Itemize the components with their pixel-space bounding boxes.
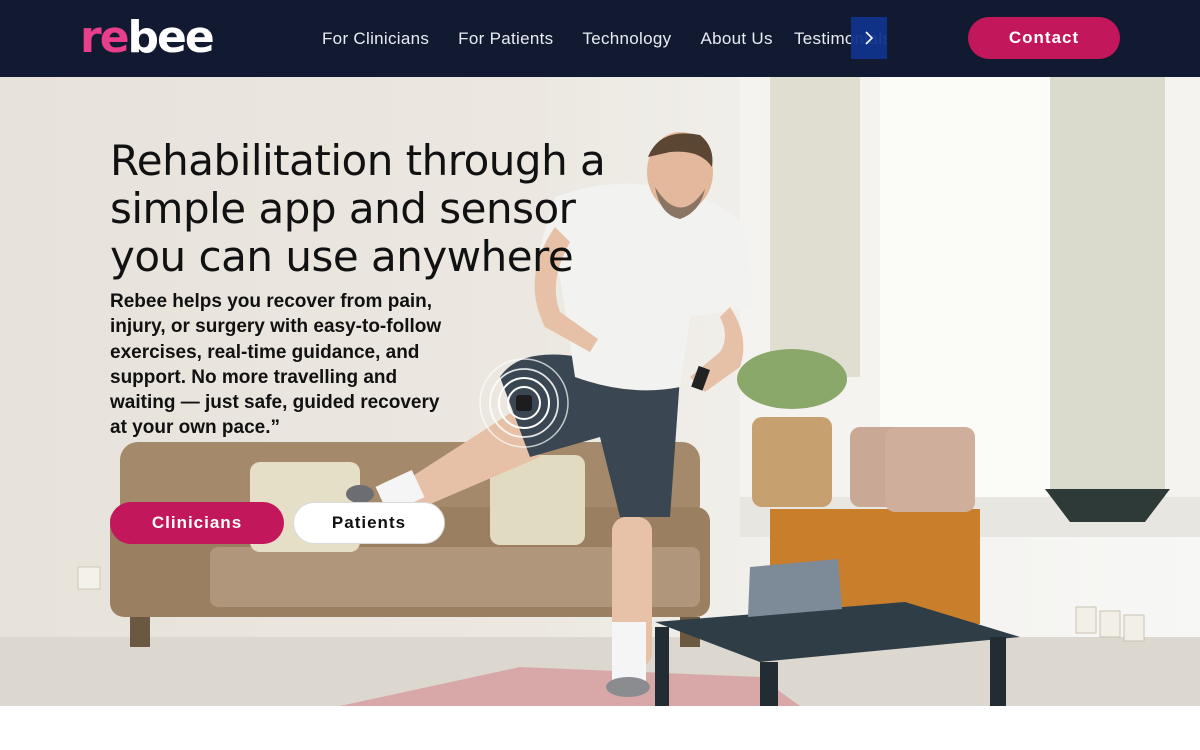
nav-link-for-clinicians[interactable]: For Clinicians [322, 28, 429, 50]
nav-links: For Clinicians For Patients Technology A… [322, 28, 773, 50]
patients-button[interactable]: Patients [293, 502, 445, 544]
logo-bee: bee [127, 12, 215, 63]
nav-link-for-patients[interactable]: For Patients [458, 28, 553, 50]
hero-title: Rehabilitation through a simple app and … [110, 136, 606, 281]
rebee-logo[interactable]: rebee [80, 12, 215, 63]
top-navigation-bar: rebee For Clinicians For Patients Techno… [0, 0, 1200, 77]
logo-re: re [80, 12, 130, 63]
hero-description: Rebee helps you recover from pain, injur… [110, 291, 442, 439]
contact-button[interactable]: Contact [968, 17, 1120, 59]
chevron-right-icon [865, 31, 874, 45]
hero-section: Rehabilitation through a simple app and … [0, 77, 1200, 706]
nav-link-about-us[interactable]: About Us [700, 28, 772, 50]
nav-scroll-right-button[interactable] [851, 17, 887, 59]
nav-link-technology[interactable]: Technology [582, 28, 671, 50]
clinicians-button[interactable]: Clinicians [110, 502, 284, 544]
